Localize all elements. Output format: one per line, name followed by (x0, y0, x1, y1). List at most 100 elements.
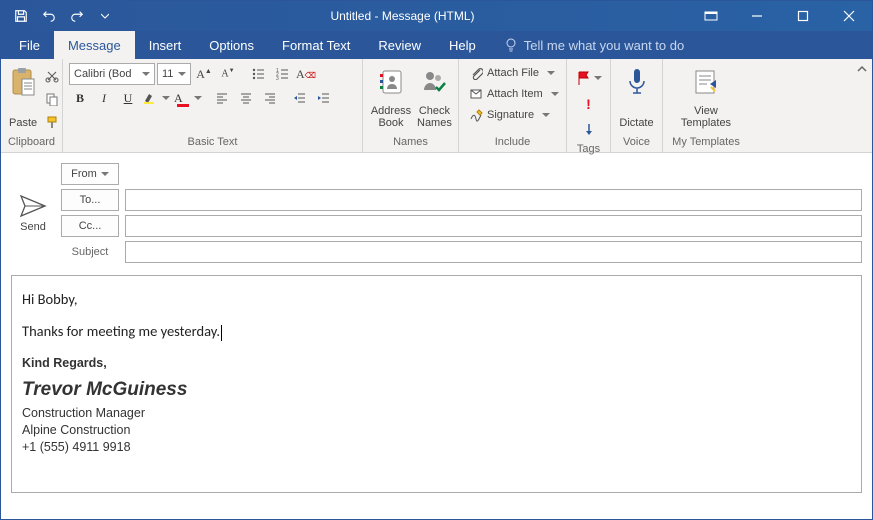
high-importance-icon[interactable]: ! (578, 93, 600, 115)
bold-button[interactable]: B (69, 87, 91, 109)
from-button[interactable]: From (61, 163, 119, 185)
send-icon (19, 193, 47, 219)
align-left-icon[interactable] (211, 87, 233, 109)
copy-icon[interactable] (41, 88, 63, 110)
paperclip-icon (469, 66, 483, 80)
chevron-down-icon (101, 172, 109, 176)
group-clipboard: Paste Clipboard (1, 59, 63, 152)
chevron-down-icon (594, 76, 602, 80)
dictate-button[interactable]: Dictate (617, 63, 656, 131)
cc-field[interactable] (125, 215, 862, 237)
format-painter-icon[interactable] (41, 111, 63, 133)
decrease-indent-icon[interactable] (289, 87, 311, 109)
underline-button[interactable]: U (117, 87, 139, 109)
tags-group-label: Tags (573, 141, 604, 155)
highlight-icon[interactable] (141, 87, 171, 109)
group-my-templates: View Templates My Templates (663, 59, 749, 152)
increase-font-icon[interactable]: A▲ (193, 63, 215, 85)
chevron-down-icon (547, 71, 555, 75)
address-book-button[interactable]: Address Book (369, 63, 413, 131)
subject-field[interactable] (125, 241, 862, 263)
to-button[interactable]: To... (61, 189, 119, 211)
my-templates-group-label: My Templates (669, 134, 743, 150)
message-body[interactable]: Hi Bobby, Thanks for meeting me yesterda… (11, 275, 862, 493)
font-size-combo[interactable]: 11 (157, 63, 191, 85)
clear-formatting-icon[interactable]: A⌫ (295, 63, 317, 85)
save-icon[interactable] (9, 4, 33, 28)
clipboard-group-label: Clipboard (7, 134, 56, 150)
collapse-ribbon-icon[interactable] (856, 63, 868, 75)
signature-icon (469, 108, 483, 122)
send-button[interactable]: Send (11, 163, 55, 263)
include-group-label: Include (465, 134, 560, 150)
tab-help[interactable]: Help (435, 31, 490, 59)
align-right-icon[interactable] (259, 87, 281, 109)
message-header: Send From To... Cc... Subject (11, 163, 862, 263)
paste-icon (10, 65, 36, 99)
tab-insert[interactable]: Insert (135, 31, 196, 59)
font-color-icon[interactable]: A (173, 87, 203, 109)
tab-format-text[interactable]: Format Text (268, 31, 364, 59)
qat-customize-icon[interactable] (93, 4, 117, 28)
italic-button[interactable]: I (93, 87, 115, 109)
sig-company: Alpine Construction (22, 422, 851, 439)
tell-me-search[interactable]: Tell me what you want to do (490, 31, 684, 59)
numbering-icon[interactable]: 123 (271, 63, 293, 85)
tell-me-label: Tell me what you want to do (524, 38, 684, 53)
low-importance-icon[interactable] (578, 119, 600, 141)
group-names: Address Book Check Names Names (363, 59, 459, 152)
redo-icon[interactable] (65, 4, 89, 28)
address-book-label: Address Book (371, 105, 411, 129)
sig-regards: Kind Regards, (22, 355, 851, 372)
subject-label: Subject (61, 246, 119, 258)
chevron-down-icon (551, 92, 559, 96)
basic-text-group-label: Basic Text (69, 134, 356, 150)
from-value (125, 163, 862, 185)
tab-message[interactable]: Message (54, 31, 135, 59)
check-names-button[interactable]: Check Names (415, 63, 454, 131)
lightbulb-icon (504, 38, 518, 52)
title-bar: Untitled - Message (HTML) (1, 1, 872, 31)
send-label: Send (20, 221, 46, 233)
tab-review[interactable]: Review (364, 31, 435, 59)
group-tags: ! Tags (567, 59, 611, 152)
ribbon: Paste Clipboard Calibri (Bod 11 A▲ A▼ 12… (1, 59, 872, 153)
voice-group-label: Voice (617, 134, 656, 150)
signature-button[interactable]: Signature (465, 105, 554, 125)
increase-indent-icon[interactable] (313, 87, 335, 109)
body-line-1: Hi Bobby, (22, 290, 851, 308)
body-line-2: Thanks for meeting me yesterday. (22, 322, 851, 341)
window-title: Untitled - Message (HTML) (117, 9, 688, 23)
tab-options[interactable]: Options (195, 31, 268, 59)
close-icon[interactable] (826, 1, 872, 31)
sig-phone: +1 (555) 4911 9918 (22, 439, 851, 456)
cut-icon[interactable] (41, 65, 63, 87)
microphone-icon (625, 65, 649, 99)
chevron-down-icon (178, 72, 186, 76)
chevron-down-icon (542, 113, 550, 117)
undo-icon[interactable] (37, 4, 61, 28)
tab-file[interactable]: File (5, 31, 54, 59)
decrease-font-icon[interactable]: A▼ (217, 63, 239, 85)
to-field[interactable] (125, 189, 862, 211)
check-names-icon (420, 65, 448, 99)
align-center-icon[interactable] (235, 87, 257, 109)
minimize-icon[interactable] (734, 1, 780, 31)
font-family-combo[interactable]: Calibri (Bod (69, 63, 155, 85)
cc-button[interactable]: Cc... (61, 215, 119, 237)
follow-up-flag-icon[interactable] (575, 67, 603, 89)
ribbon-tabs: File Message Insert Options Format Text … (1, 31, 872, 59)
ribbon-display-icon[interactable] (688, 1, 734, 31)
sig-title: Construction Manager (22, 405, 851, 422)
bullets-icon[interactable] (247, 63, 269, 85)
svg-text:3: 3 (276, 76, 279, 81)
paste-button[interactable]: Paste (7, 63, 39, 131)
group-basic-text: Calibri (Bod 11 A▲ A▼ 123 A⌫ B I U A (63, 59, 363, 152)
attach-item-button[interactable]: Attach Item (465, 84, 563, 104)
attach-file-button[interactable]: Attach File (465, 63, 559, 83)
view-templates-button[interactable]: View Templates (676, 63, 736, 131)
signature-block: Kind Regards, Trevor McGuiness Construct… (22, 355, 851, 456)
paste-label: Paste (9, 117, 37, 129)
maximize-icon[interactable] (780, 1, 826, 31)
quick-access-toolbar (1, 4, 117, 28)
